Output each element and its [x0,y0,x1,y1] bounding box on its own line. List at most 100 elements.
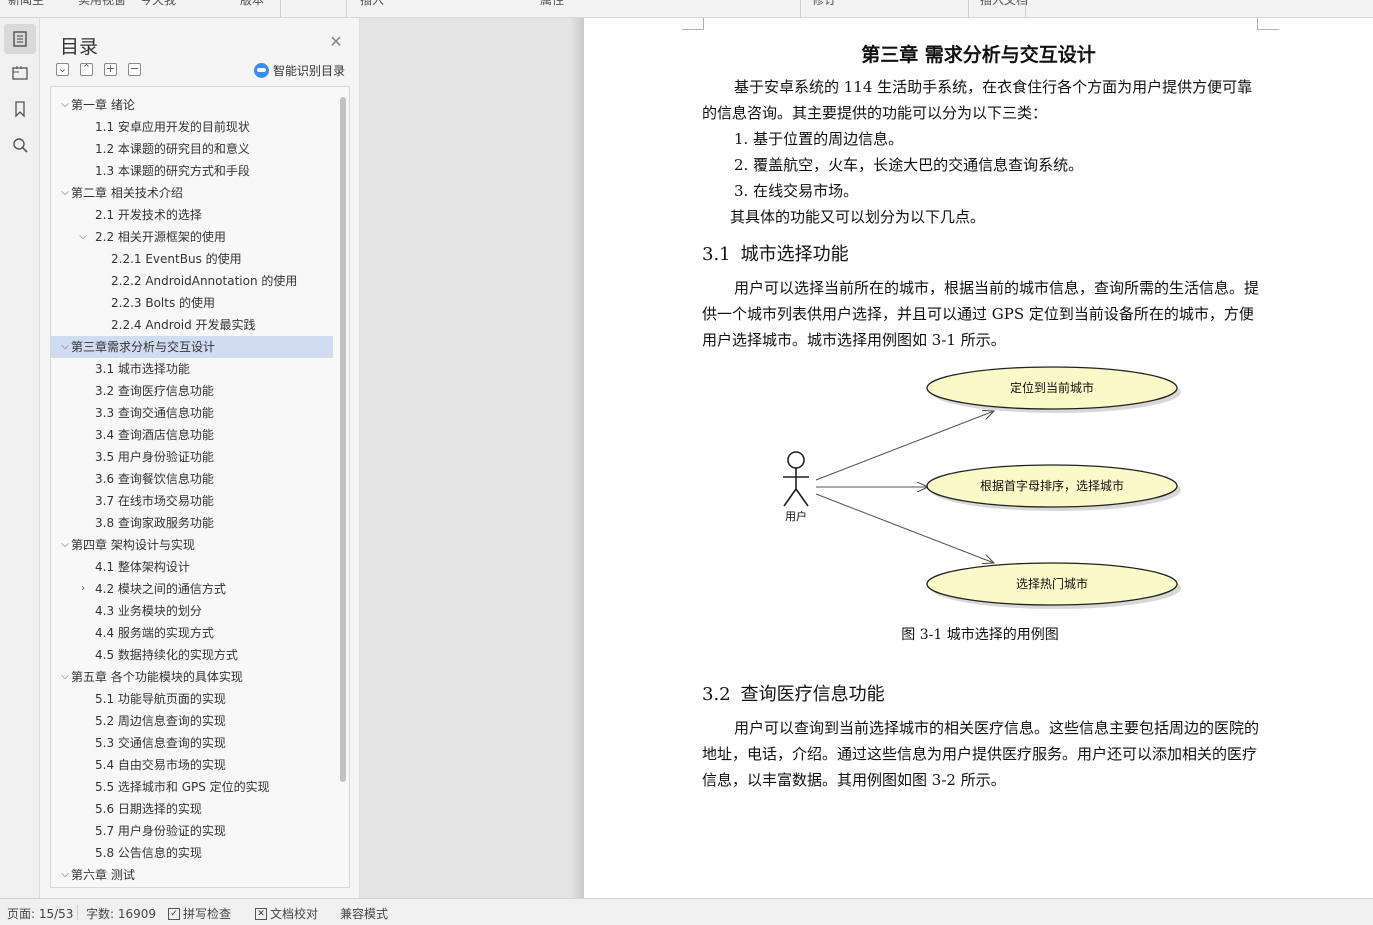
toc-item[interactable]: 5.1 功能导航页面的实现 [51,688,333,710]
search-icon[interactable] [4,130,36,160]
toc-item[interactable]: 4.1 整体架构设计 [51,556,333,578]
after-list-text: 其具体的功能又可以划分为以下几点。 [730,208,986,226]
margin-corner-right [1257,18,1279,30]
doc-proof-label: 文档校对 [270,907,319,921]
close-icon[interactable]: ✕ [328,34,344,50]
toc-item[interactable]: 2.2.1 EventBus 的使用 [51,248,333,270]
toc-item[interactable]: 1.3 本课题的研究方式和手段 [51,160,333,182]
toc-icon[interactable] [4,24,36,54]
toc-item[interactable]: 3.5 用户身份验证功能 [51,446,333,468]
toc-item-label: 2.2.2 AndroidAnnotation 的使用 [111,274,298,288]
toc-item-label: 1.1 安卓应用开发的目前现状 [95,120,250,134]
compat-mode: 兼容模式 [340,907,389,921]
toc-item[interactable]: ⌵ 2.2 相关开源框架的使用 [51,226,333,248]
doc-proof-button[interactable]: ✕ 文档校对 [255,905,318,922]
toc-item[interactable]: 1.1 安卓应用开发的目前现状 [51,116,333,138]
toc-item[interactable]: 4.5 数据持续化的实现方式 [51,644,333,666]
chevron-down-icon[interactable]: ⌵ [59,94,71,116]
list-item: 1. 基于位置的周边信息。 [734,130,904,148]
toolbar-item[interactable]: 今天我 [140,0,176,8]
toc-item[interactable]: 2.2.4 Android 开发最实践 [51,314,333,336]
section1-paragraph: 用户可以选择当前所在的城市，根据当前的城市信息，查询所需的生活信息。提供一个城市… [702,275,1262,353]
toc-item[interactable]: 5.7 用户身份验证的实现 [51,820,333,842]
spell-check-button[interactable]: ✓ 拼写检查 [168,905,231,922]
document-page[interactable]: 第三章 需求分析与交互设计 基于安卓系统的 114 生活助手系统，在衣食住行各个… [584,18,1373,898]
toc-scrollbar[interactable] [340,97,346,782]
use-case-label: 根据首字母排序，选择城市 [980,478,1124,493]
toolbar-separator [280,0,281,17]
toolbar-item[interactable]: 版本 [240,0,264,8]
toc-item[interactable]: 2.2.3 Bolts 的使用 [51,292,333,314]
toolbar-item[interactable]: 实用视窗 [78,0,126,8]
navigation-icon[interactable] [4,58,36,88]
toc-item[interactable]: 5.5 选择城市和 GPS 定位的实现 [51,776,333,798]
chevron-down-icon[interactable]: ⌵ [59,336,71,358]
collapse-all-icon[interactable]: ⌄ [56,63,69,76]
toc-item[interactable]: 3.8 查询家政服务功能 [51,512,333,534]
toc-item[interactable]: 3.1 城市选择功能 [51,358,333,380]
toc-item-label: 3.2 查询医疗信息功能 [95,384,214,398]
toc-item-label: 5.8 公告信息的实现 [95,846,202,860]
toc-item-label: 3.8 查询家政服务功能 [95,516,214,530]
toc-item[interactable]: 1.2 本课题的研究目的和意义 [51,138,333,160]
chevron-right-icon[interactable]: › [77,578,89,600]
expand-up-icon[interactable]: ⌃ [80,63,93,76]
section1-text: 用户可以选择当前所在的城市，根据当前的城市信息，查询所需的生活信息。提供一个城市… [702,279,1260,349]
section2-text: 用户可以查询到当前选择城市的相关医疗信息。这些信息主要包括周边的医院的地址，电话… [702,719,1260,789]
toc-item-label: 3.5 用户身份验证功能 [95,450,214,464]
toolbar-item[interactable]: 修订 [812,0,836,8]
chevron-down-icon[interactable]: ⌵ [77,226,89,248]
figure-caption: 图 3-1 城市选择的用例图 [901,627,1059,643]
toc-item-label: 2.2 相关开源框架的使用 [95,230,226,244]
toolbar-item[interactable]: 属性 [540,0,564,8]
toc-item[interactable]: 3.6 查询餐饮信息功能 [51,468,333,490]
toc-item[interactable]: 4.3 业务模块的划分 [51,600,333,622]
toc-item[interactable]: 5.8 公告信息的实现 [51,842,333,864]
toc-item-label: 4.2 模块之间的通信方式 [95,582,226,596]
remove-heading-icon[interactable]: − [128,63,141,76]
toc-item[interactable]: 3.4 查询酒店信息功能 [51,424,333,446]
section2-paragraph: 用户可以查询到当前选择城市的相关医疗信息。这些信息主要包括周边的医院的地址，电话… [702,715,1262,793]
toc-item[interactable]: 4.4 服务端的实现方式 [51,622,333,644]
toc-item-label: 5.6 日期选择的实现 [95,802,202,816]
chevron-down-icon[interactable]: ⌵ [59,864,71,886]
toc-item-label: 2.2.3 Bolts 的使用 [111,296,216,310]
page-count[interactable]: 页面: 15/53 [7,905,73,922]
toc-item[interactable]: ⌵ 第六章 测试 [51,864,333,886]
toc-item-label: 第二章 相关技术介绍 [71,186,183,200]
toc-item[interactable]: 5.3 交通信息查询的实现 [51,732,333,754]
page-shadow [570,18,584,898]
use-case-diagram: 用户 定位到当前城市 根据首字母排序，选择城市 选择热门城市 [783,366,1181,609]
toc-item-label: 第六章 测试 [71,868,135,882]
toc-item[interactable]: ⌵ 第五章 各个功能模块的具体实现 [51,666,333,688]
toc-item-label: 5.1 功能导航页面的实现 [95,692,226,706]
toc-item[interactable]: 2.2.2 AndroidAnnotation 的使用 [51,270,333,292]
word-count[interactable]: 字数: 16909 [86,905,156,922]
toc-item[interactable]: ⌵ 第一章 绪论 [51,94,333,116]
toc-item[interactable]: › 4.2 模块之间的通信方式 [51,578,333,600]
toc-item-label: 5.5 选择城市和 GPS 定位的实现 [95,780,270,794]
toolbar-item[interactable]: 新闻主 [8,0,44,8]
chevron-down-icon[interactable]: ⌵ [59,534,71,556]
toc-item-label: 第四章 架构设计与实现 [71,538,195,552]
toc-item[interactable]: 3.2 查询医疗信息功能 [51,380,333,402]
toc-panel: 目录 ✕ ⌄ ⌃ + − 智能识别目录 ⌵ 第一章 绪论 1.1 安卓应用开发的目前… [40,18,360,898]
add-heading-icon[interactable]: + [104,63,117,76]
toc-item[interactable]: 2.1 开发技术的选择 [51,204,333,226]
toc-item[interactable]: ⌵ 第三章需求分析与交互设计 [51,336,333,358]
bookmark-icon[interactable] [4,94,36,124]
toc-item[interactable]: 3.7 在线市场交易功能 [51,490,333,512]
chevron-down-icon[interactable]: ⌵ [59,182,71,204]
chevron-down-icon[interactable]: ⌵ [59,666,71,688]
section-heading-3-2: 3.2 查询医疗信息功能 [702,680,885,706]
toc-item[interactable]: 3.3 查询交通信息功能 [51,402,333,424]
toc-item[interactable]: ⌵ 第四章 架构设计与实现 [51,534,333,556]
toc-item[interactable]: 5.2 周边信息查询的实现 [51,710,333,732]
toolbar-item[interactable]: 插入 [360,0,384,8]
smart-toc-button[interactable]: 智能识别目录 [254,62,345,79]
toc-item-label: 3.1 城市选择功能 [95,362,190,376]
toolbar-item[interactable]: 插入文档 [980,0,1028,8]
toc-item[interactable]: 5.4 自由交易市场的实现 [51,754,333,776]
toc-item[interactable]: 5.6 日期选择的实现 [51,798,333,820]
toc-item[interactable]: ⌵ 第二章 相关技术介绍 [51,182,333,204]
